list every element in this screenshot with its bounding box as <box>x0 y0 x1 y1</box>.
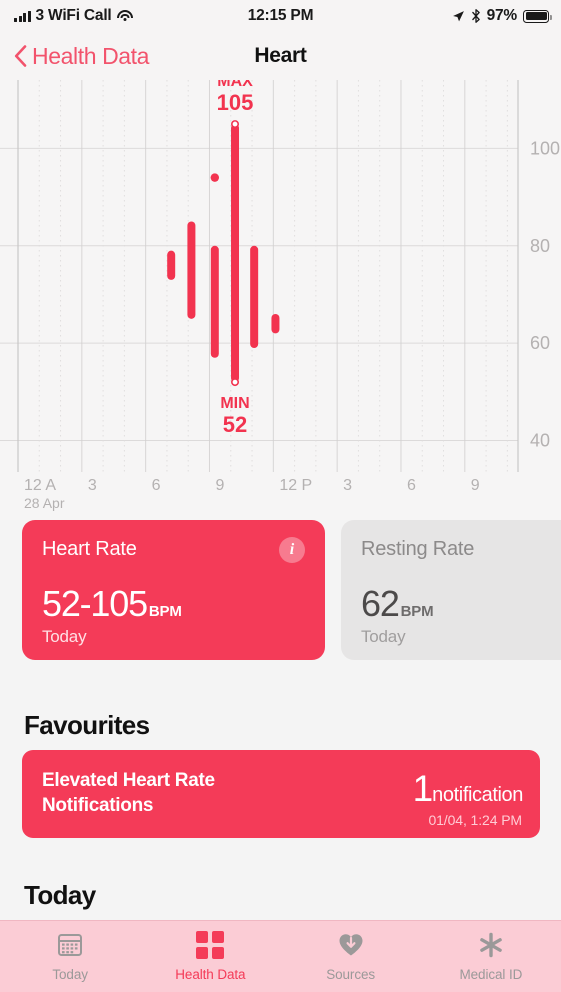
resting-rate-card-subtitle: Today <box>361 627 406 646</box>
location-arrow-icon <box>452 10 464 21</box>
navigation-bar: Health Data Heart <box>0 32 561 80</box>
grid-squares-icon <box>195 930 225 960</box>
svg-text:3: 3 <box>88 477 97 494</box>
asterisk-icon <box>476 930 506 960</box>
favourite-item-count-row: 1 notification <box>412 768 524 809</box>
heart-rate-card-title: Heart Rate <box>42 538 137 560</box>
svg-text:MAX: MAX <box>217 80 253 90</box>
tab-today-label: Today <box>52 967 88 982</box>
resting-rate-value: 62 <box>361 583 400 624</box>
tab-medical-id[interactable]: Medical ID <box>421 930 561 982</box>
svg-text:3: 3 <box>343 477 352 494</box>
tab-medical-id-label: Medical ID <box>459 967 523 982</box>
tab-health-data[interactable]: Health Data <box>140 930 280 982</box>
tab-health-data-label: Health Data <box>175 967 246 982</box>
svg-text:6: 6 <box>407 477 416 494</box>
resting-rate-card-value: 62 BPM <box>361 583 434 624</box>
favourite-item-title: Elevated Heart Rate Notifications <box>42 770 215 817</box>
svg-text:12 A: 12 A <box>24 477 56 494</box>
tab-sources-label: Sources <box>326 967 376 982</box>
heart-rate-value: 52-105 <box>42 583 148 624</box>
page-title: Heart <box>254 44 307 67</box>
info-icon[interactable]: i <box>279 537 305 563</box>
heart-download-icon <box>336 930 366 960</box>
status-bar: 3 WiFi Call 12:15 PM 97% <box>0 0 561 32</box>
favourite-item-timestamp: 01/04, 1:24 PM <box>428 812 522 828</box>
svg-text:9: 9 <box>215 477 224 494</box>
svg-text:6: 6 <box>152 477 161 494</box>
resting-rate-unit: BPM <box>400 603 434 620</box>
chart-x-axis-labels: 12 A 3 6 9 12 P 3 6 9 <box>24 477 480 494</box>
clock-label: 12:15 PM <box>247 7 314 24</box>
svg-text:105: 105 <box>217 90 254 115</box>
svg-text:60: 60 <box>530 333 550 353</box>
calendar-icon <box>55 930 85 960</box>
svg-text:52: 52 <box>223 412 247 437</box>
svg-text:12 P: 12 P <box>279 477 312 494</box>
favourite-item-count-label: notification <box>432 784 523 806</box>
heart-rate-chart[interactable]: 40 60 80 100 12 A 3 6 9 12 P 3 6 9 MAX 105 MIN 52 28 … <box>0 80 561 520</box>
today-heading: Today <box>24 880 96 910</box>
favourites-heading: Favourites <box>24 710 150 740</box>
elevated-heart-rate-notifications-card[interactable]: Elevated Heart Rate Notifications 1 noti… <box>22 750 540 838</box>
chart-canvas: 40 60 80 100 12 A 3 6 9 12 P 3 6 9 MAX105 MIN52 <box>0 80 560 494</box>
resting-rate-card-title: Resting Rate <box>361 538 475 560</box>
chart-gridlines <box>0 80 519 472</box>
heart-rate-card[interactable]: Heart Rate i 52-105 BPM Today <box>22 520 325 660</box>
tab-sources[interactable]: Sources <box>281 930 421 982</box>
chart-y-axis-labels: 40 60 80 100 <box>530 138 560 450</box>
status-bar-right: 97% <box>452 7 552 25</box>
svg-text:40: 40 <box>530 431 550 451</box>
favourite-item-count: 1 <box>412 768 434 809</box>
summary-cards-row: Heart Rate i 52-105 BPM Today Resting Ra… <box>0 520 561 700</box>
scroll-content[interactable]: 40 60 80 100 12 A 3 6 9 12 P 3 6 9 MAX 105 MIN 52 28 … <box>0 80 561 992</box>
heart-rate-card-value: 52-105 BPM <box>42 586 182 622</box>
battery-full-icon <box>523 9 552 23</box>
chart-date-label: 28 Apr <box>24 495 65 511</box>
svg-text:MIN: MIN <box>220 395 249 412</box>
resting-rate-card[interactable]: Resting Rate 62 BPM Today <box>341 520 561 660</box>
tab-bar: Today Health Data Sources Medical ID <box>0 920 561 992</box>
svg-text:100: 100 <box>530 138 560 158</box>
bluetooth-icon <box>471 9 480 23</box>
tab-today[interactable]: Today <box>0 930 140 982</box>
svg-text:9: 9 <box>471 477 480 494</box>
battery-percent-label: 97% <box>486 7 518 24</box>
heart-rate-unit: BPM <box>148 603 182 620</box>
svg-text:80: 80 <box>530 236 550 256</box>
heart-rate-card-subtitle: Today <box>42 627 87 646</box>
